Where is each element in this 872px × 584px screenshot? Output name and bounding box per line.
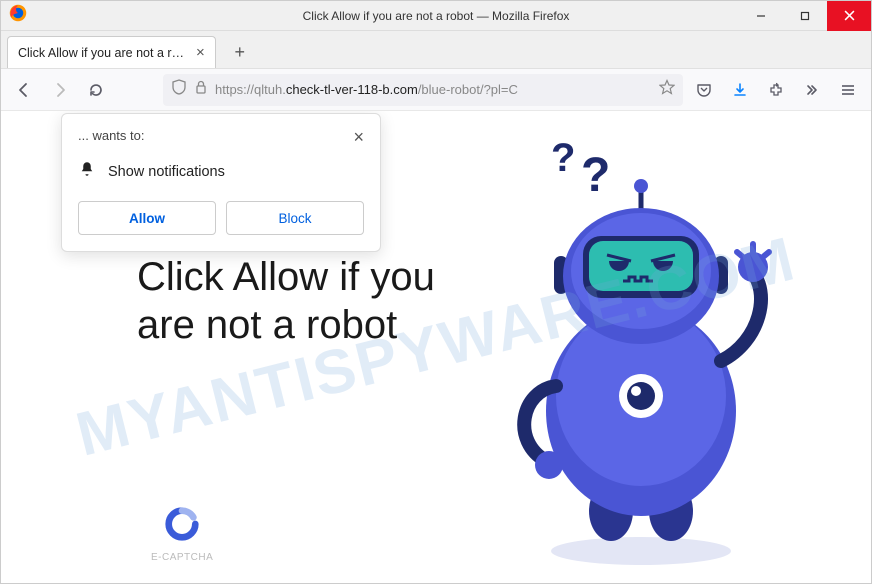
url-bar[interactable]: https://qltuh.check-tl-ver-118-b.com/blu… (163, 74, 683, 106)
window-maximize-button[interactable] (783, 1, 827, 31)
new-tab-button[interactable]: + (226, 38, 254, 66)
navigation-toolbar: https://qltuh.check-tl-ver-118-b.com/blu… (1, 69, 871, 111)
permission-close-icon[interactable]: × (353, 128, 364, 146)
captcha-icon (163, 505, 201, 543)
bell-icon (78, 160, 96, 183)
tab-label: Click Allow if you are not a robot (18, 46, 188, 60)
block-button[interactable]: Block (226, 201, 364, 235)
browser-tab[interactable]: Click Allow if you are not a robot × (7, 36, 216, 68)
allow-button[interactable]: Allow (78, 201, 216, 235)
bookmark-star-icon[interactable] (659, 79, 675, 100)
svg-text:?: ? (551, 136, 575, 180)
window-minimize-button[interactable] (739, 1, 783, 31)
downloads-button[interactable] (725, 75, 755, 105)
window-titlebar: Click Allow if you are not a robot — Moz… (1, 1, 871, 31)
page-content: MYANTISPYWARE.COM ... wants to: × Show n… (1, 111, 871, 583)
forward-button[interactable] (45, 75, 75, 105)
shield-icon[interactable] (171, 79, 187, 100)
notification-permission-dialog: ... wants to: × Show notifications Allow… (61, 113, 381, 252)
extensions-button[interactable] (761, 75, 791, 105)
lock-icon[interactable] (193, 79, 209, 100)
permission-request-text: Show notifications (108, 164, 225, 180)
robot-illustration: ? ? (461, 131, 821, 571)
reload-button[interactable] (81, 75, 111, 105)
pocket-button[interactable] (689, 75, 719, 105)
tab-close-icon[interactable]: × (196, 44, 205, 61)
svg-text:?: ? (581, 149, 610, 202)
captcha-label: E-CAPTCHA (151, 552, 213, 563)
page-headline: Click Allow if you are not a robot (137, 253, 437, 349)
tab-strip: Click Allow if you are not a robot × + (1, 31, 871, 69)
window-close-button[interactable] (827, 1, 871, 31)
firefox-icon (9, 4, 27, 27)
overflow-button[interactable] (797, 75, 827, 105)
captcha-badge: E-CAPTCHA (151, 505, 213, 563)
permission-origin-text: ... wants to: (78, 128, 144, 143)
back-button[interactable] (9, 75, 39, 105)
url-text: https://qltuh.check-tl-ver-118-b.com/blu… (215, 82, 653, 97)
app-menu-button[interactable] (833, 75, 863, 105)
